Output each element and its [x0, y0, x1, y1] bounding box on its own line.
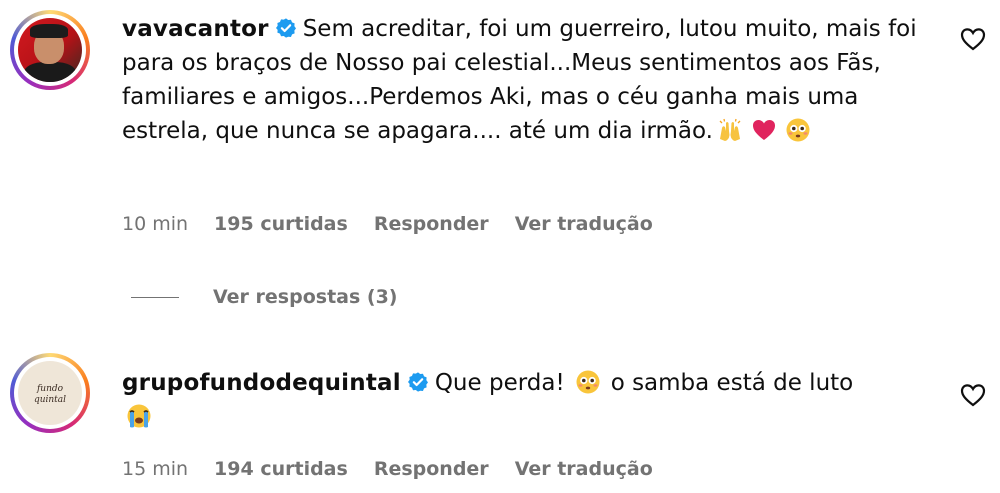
- like-heart-icon[interactable]: [959, 26, 987, 52]
- comment-time: 15 min: [122, 458, 189, 480]
- likes-count[interactable]: 195 curtidas: [214, 213, 348, 235]
- translate-button[interactable]: Ver tradução: [515, 213, 653, 235]
- reply-button[interactable]: Responder: [374, 458, 489, 480]
- avatar[interactable]: fundo quintal: [10, 353, 90, 433]
- comment-text: grupofundodequintal Que perda! o samba e…: [122, 366, 922, 434]
- avatar-photo: [18, 18, 82, 82]
- username[interactable]: grupofundodequintal: [122, 370, 401, 396]
- fundo-de-quintal-logo: fundo quintal: [34, 384, 66, 405]
- view-replies-button[interactable]: Ver respostas (3): [131, 286, 397, 308]
- avatar-hat: [30, 24, 68, 38]
- verified-badge-icon: [275, 18, 296, 38]
- replies-divider-line: [131, 297, 179, 298]
- view-replies-label[interactable]: Ver respostas (3): [213, 286, 397, 308]
- crying-face-emoji: [127, 404, 151, 428]
- avatar-ring-gap: [14, 14, 86, 86]
- comment-text: vavacantor Sem acreditar, foi um guerrei…: [122, 12, 922, 148]
- likes-count[interactable]: 194 curtidas: [214, 458, 348, 480]
- comment-body-start: Que perda!: [434, 370, 565, 396]
- avatar[interactable]: [10, 10, 90, 90]
- verified-badge-icon: [407, 372, 428, 392]
- comment-meta: 15 min 194 curtidas Responder Ver tradução: [122, 458, 679, 480]
- avatar-shirt: [24, 62, 76, 82]
- flushed-face-emoji: [576, 370, 600, 394]
- comment-time: 10 min: [122, 213, 189, 235]
- reply-button[interactable]: Responder: [374, 213, 489, 235]
- svg-text:fundo: fundo: [36, 384, 64, 394]
- flushed-face-emoji: [786, 118, 810, 142]
- avatar-photo: fundo quintal: [18, 361, 82, 425]
- svg-text:quintal: quintal: [34, 395, 66, 405]
- avatar-ring-gap: fundo quintal: [14, 357, 86, 429]
- username[interactable]: vavacantor: [122, 16, 269, 42]
- like-heart-icon[interactable]: [959, 382, 987, 408]
- raising-hands-emoji: [719, 118, 741, 141]
- comment-body-end: o samba está de luto: [610, 370, 854, 396]
- red-heart-emoji: [753, 120, 775, 140]
- comment-meta: 10 min 195 curtidas Responder Ver tradução: [122, 213, 679, 235]
- translate-button[interactable]: Ver tradução: [515, 458, 653, 480]
